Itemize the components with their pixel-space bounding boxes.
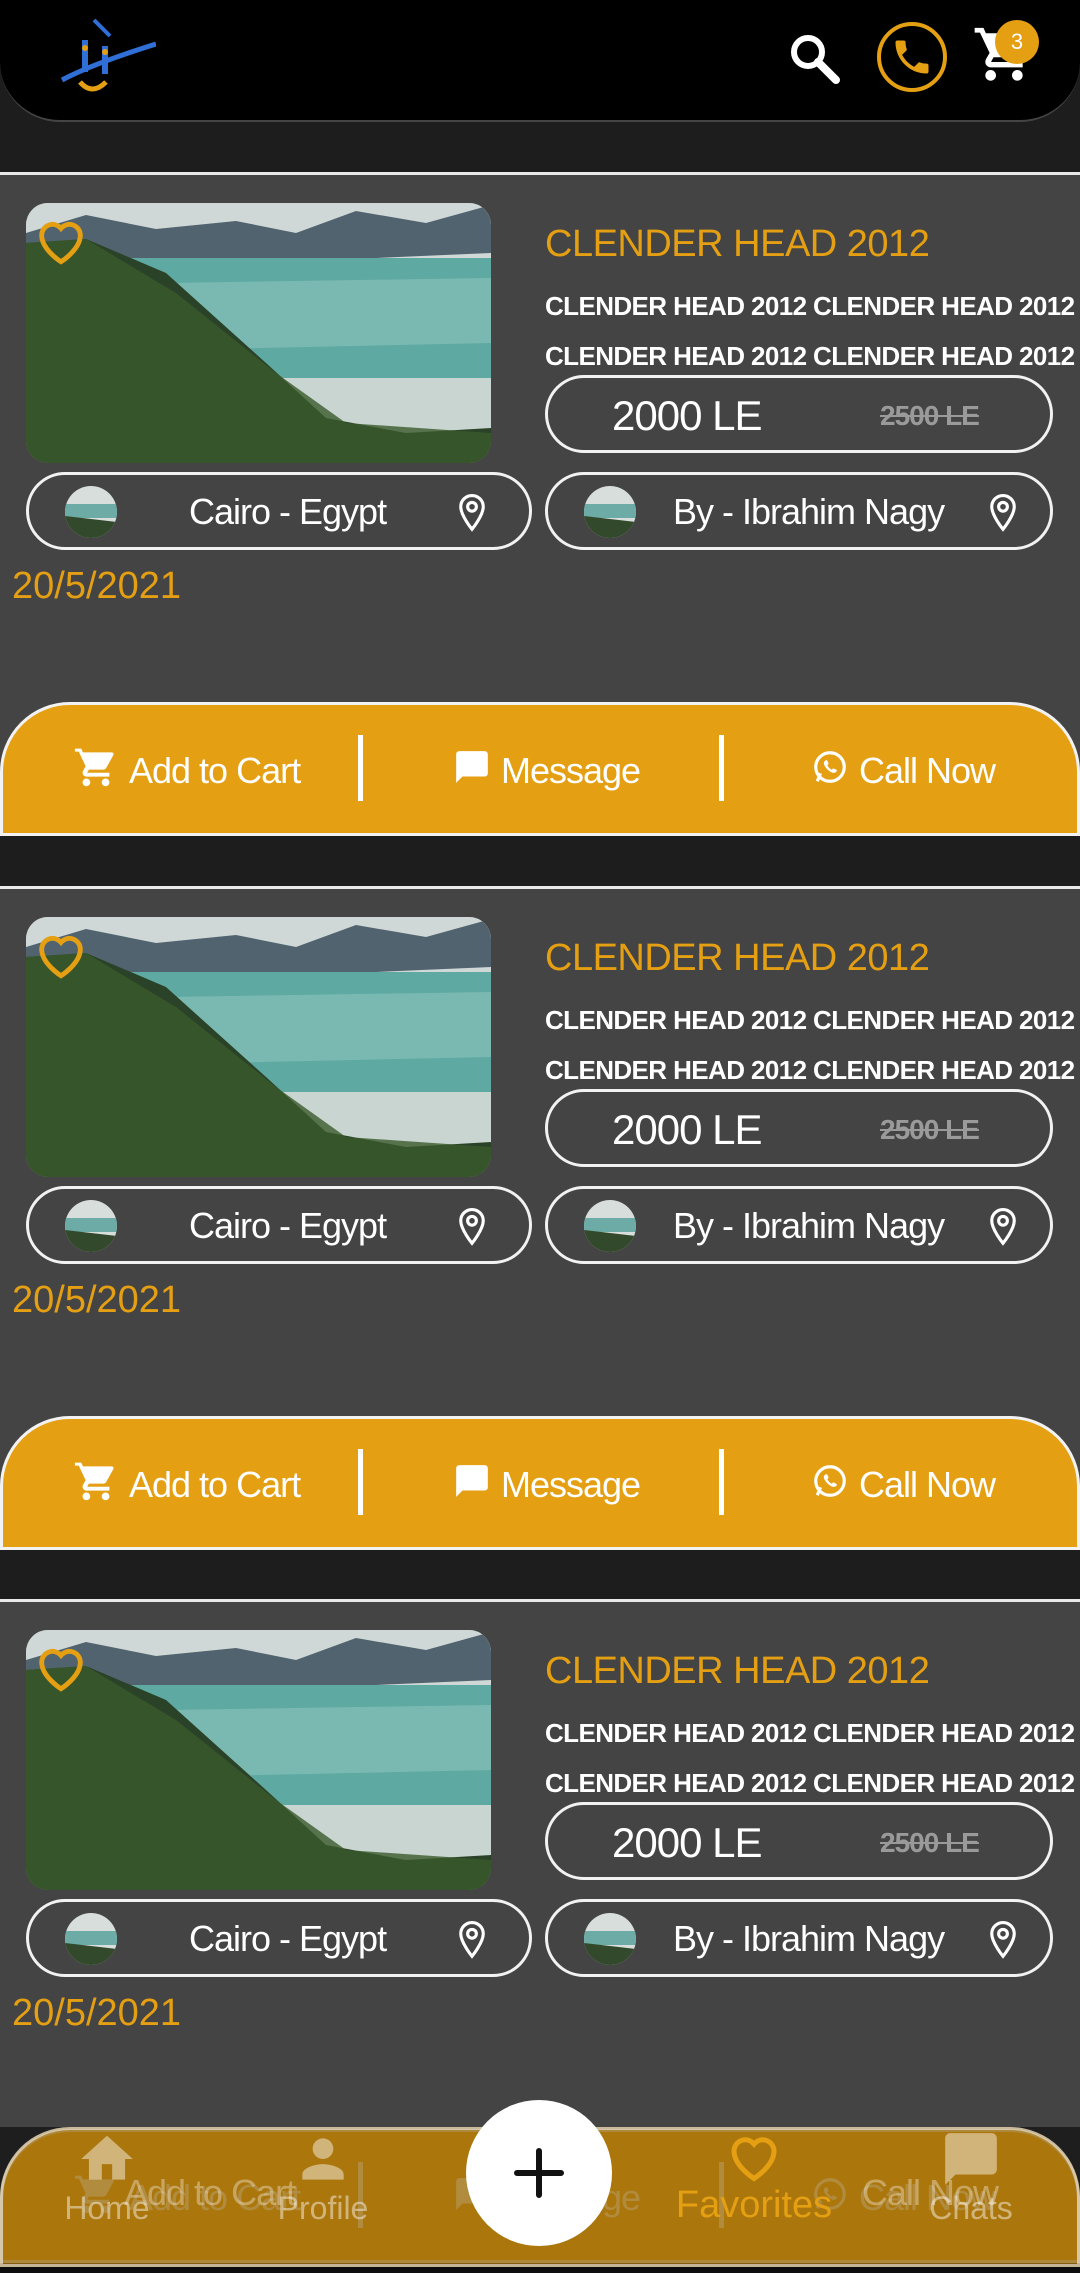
nav-favorites-label: Favorites [675,2184,833,2226]
location-pill[interactable]: Cairo - Egypt [26,1899,532,1977]
map-pin-icon [988,493,1018,533]
seller-avatar [584,1200,636,1252]
location-thumbnail [65,486,117,538]
call-now-button[interactable]: Call Now [811,1455,996,1515]
whatsapp-icon [811,748,849,795]
heart-icon[interactable] [32,927,90,981]
nav-home-label: Home [64,2190,150,2226]
product-image[interactable] [26,203,491,463]
current-price: 2000 LE [612,1106,762,1153]
location-text: Cairo - Egypt [189,1918,387,1959]
heart-icon [731,2137,777,2182]
old-price: 2500 LE [880,1114,980,1145]
call-now-label: Call Now [859,1464,996,1505]
seller-name: By - Ibrahim Nagy [673,1205,945,1246]
app-logo[interactable] [52,18,156,100]
seller-pill[interactable]: By - Ibrahim Nagy [545,1186,1053,1264]
nav-chats[interactable]: Chats [896,2128,1046,2263]
call-now-button[interactable]: Call Now [811,741,996,801]
message-icon [453,748,491,795]
add-post-button[interactable] [466,2100,612,2246]
seller-name: By - Ibrahim Nagy [673,491,945,532]
seller-name: By - Ibrahim Nagy [673,1918,945,1959]
post-date: 20/5/2021 [12,1279,182,1321]
cart-icon [73,1458,119,1513]
message-button[interactable]: Message [453,1455,641,1515]
nav-chats-label: Chats [929,2190,1013,2226]
heart-icon[interactable] [32,1640,90,1694]
heart-icon[interactable] [32,213,90,267]
seller-avatar [584,1913,636,1965]
product-card[interactable]: CLENDER HEAD 2012 CLENDER HEAD 2012 CLEN… [0,886,1080,1550]
whatsapp-icon [811,1462,849,1509]
cart-count-badge: 3 [995,20,1039,64]
add-to-cart-button[interactable]: Add to Cart [73,741,301,801]
product-card[interactable]: CLENDER HEAD 2012 CLENDER HEAD 2012 CLEN… [0,172,1080,836]
home-icon [81,2135,133,2180]
current-price: 2000 LE [612,1819,762,1866]
current-price: 2000 LE [612,392,762,439]
product-description-line-2: CLENDER HEAD 2012 CLENDER HEAD 2012 [545,1055,1075,1085]
price-pill: 2000 LE 2500 LE [545,375,1053,453]
map-pin-icon [457,493,487,533]
seller-pill[interactable]: By - Ibrahim Nagy [545,472,1053,550]
plus-icon [514,2148,564,2198]
old-price: 2500 LE [880,400,980,431]
add-to-cart-label: Add to Cart [129,750,301,791]
divider [358,735,363,801]
top-app-bar: 3 [0,0,1080,122]
product-title: CLENDER HEAD 2012 [545,937,930,979]
divider [719,735,724,801]
add-to-cart-label: Add to Cart [129,1464,301,1505]
product-description-line-1: CLENDER HEAD 2012 CLENDER HEAD 2012 [545,1718,1075,1748]
product-description-line-1: CLENDER HEAD 2012 CLENDER HEAD 2012 [545,291,1075,321]
location-pill[interactable]: Cairo - Egypt [26,1186,532,1264]
message-icon [453,1462,491,1509]
phone-icon [895,40,929,74]
search-icon[interactable] [786,30,842,86]
seller-avatar [584,486,636,538]
location-text: Cairo - Egypt [189,491,387,532]
product-description-line-2: CLENDER HEAD 2012 CLENDER HEAD 2012 [545,1768,1075,1798]
price-pill: 2000 LE 2500 LE [545,1089,1053,1167]
location-thumbnail [65,1200,117,1252]
nav-profile[interactable]: Profile [248,2128,398,2263]
nav-home[interactable]: Home [32,2128,182,2263]
divider [719,1449,724,1515]
location-pill[interactable]: Cairo - Egypt [26,472,532,550]
map-pin-icon [988,1207,1018,1247]
map-pin-icon [457,1920,487,1960]
divider [358,1449,363,1515]
product-description-line-1: CLENDER HEAD 2012 CLENDER HEAD 2012 [545,1005,1075,1035]
post-date: 20/5/2021 [12,1992,182,2034]
cart-icon [73,744,119,799]
nav-favorites[interactable]: Favorites [664,2128,844,2263]
call-button[interactable] [877,22,947,92]
map-pin-icon [988,1920,1018,1960]
location-text: Cairo - Egypt [189,1205,387,1246]
call-now-label: Call Now [859,750,996,791]
product-image[interactable] [26,917,491,1177]
price-pill: 2000 LE 2500 LE [545,1802,1053,1880]
chat-icon [945,2133,997,2185]
nav-profile-label: Profile [277,2190,369,2226]
location-thumbnail [65,1913,117,1965]
product-description-line-2: CLENDER HEAD 2012 CLENDER HEAD 2012 [545,341,1075,371]
product-title: CLENDER HEAD 2012 [545,1650,930,1692]
product-title: CLENDER HEAD 2012 [545,223,930,265]
map-pin-icon [457,1207,487,1247]
message-label: Message [501,750,641,791]
message-label: Message [501,1464,641,1505]
seller-pill[interactable]: By - Ibrahim Nagy [545,1899,1053,1977]
card-action-bar: Add to Cart Message Call Now [0,702,1080,836]
post-date: 20/5/2021 [12,565,182,607]
old-price: 2500 LE [880,1827,980,1858]
profile-icon [302,2138,344,2180]
product-image[interactable] [26,1630,491,1890]
message-button[interactable]: Message [453,741,641,801]
add-to-cart-button[interactable]: Add to Cart [73,1455,301,1515]
card-action-bar: Add to Cart Message Call Now [0,1416,1080,1550]
